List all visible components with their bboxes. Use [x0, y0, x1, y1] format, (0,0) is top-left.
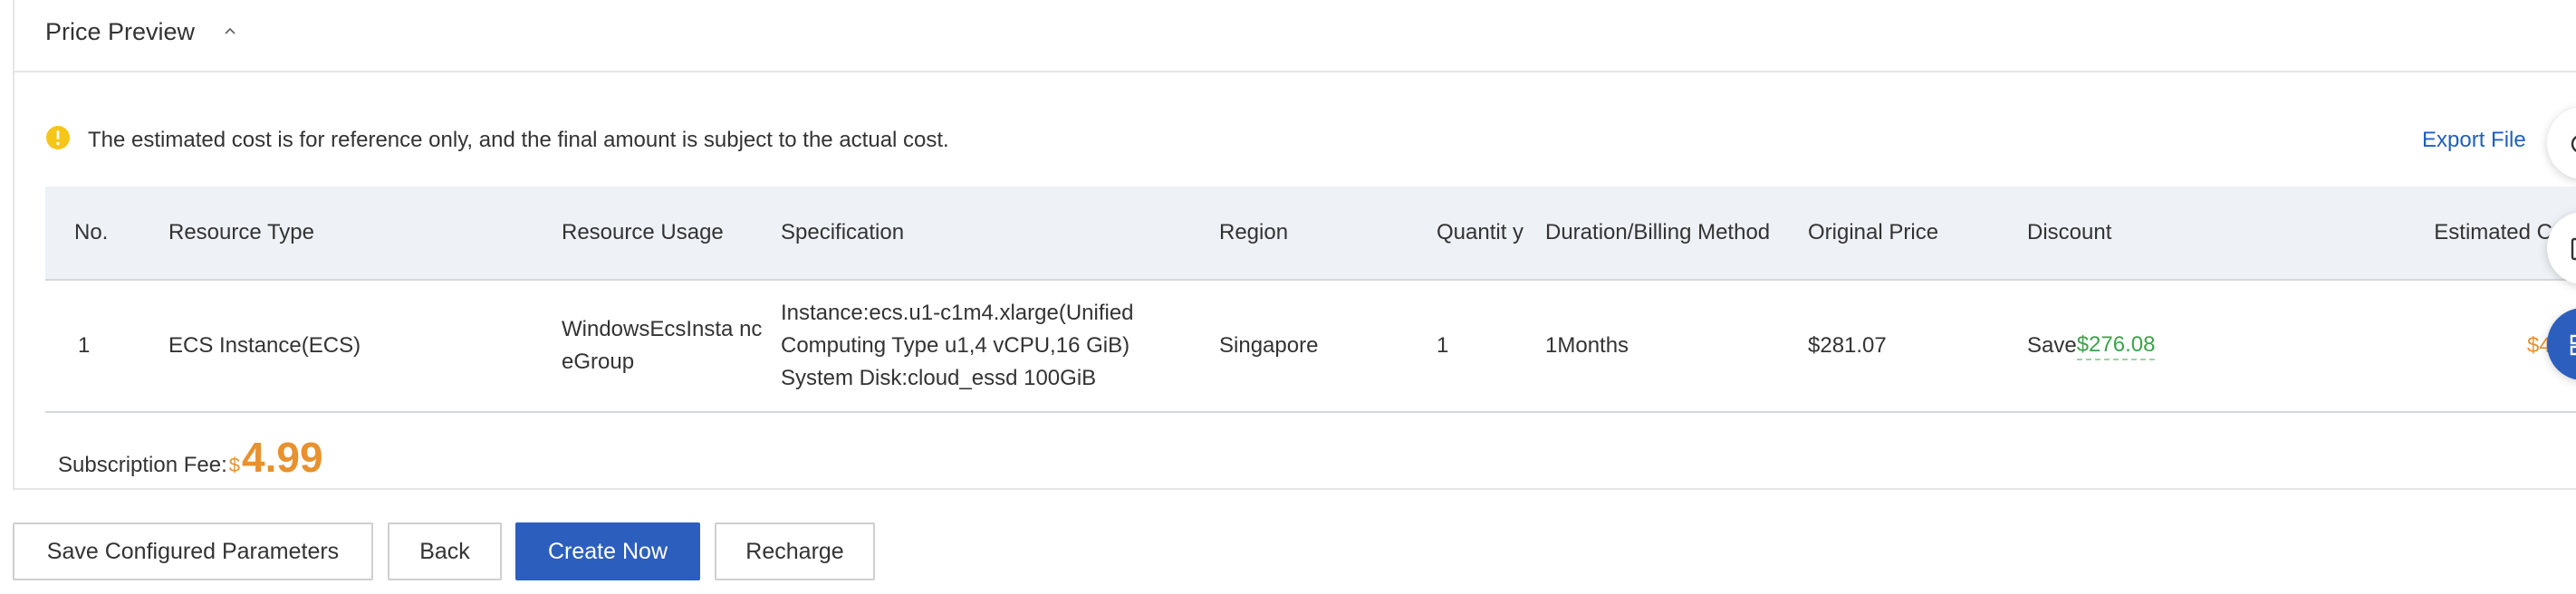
- cell-duration: 1Months: [1545, 333, 1629, 358]
- table-header: No. Resource Type Resource Usage Specifi…: [45, 187, 2576, 281]
- cell-resource-type: ECS Instance(ECS): [168, 333, 361, 358]
- header-original-price: Original Price: [1808, 220, 1939, 244]
- spec-line-instance: Instance:ecs.u1-c1m4.xlarge(Unified: [781, 301, 1134, 325]
- cell-specification: Instance:ecs.u1-c1m4.xlarge(Unified Comp…: [781, 281, 1206, 411]
- panel-title: Price Preview: [45, 18, 196, 45]
- spec-line-compute: Computing Type u1,4 vCPU,16 GiB): [781, 333, 1130, 358]
- cell-original-price: $281.07: [1808, 333, 1887, 358]
- cell-resource-usage: WindowsEcsInsta nceGroup: [562, 317, 763, 374]
- price-table: No. Resource Type Resource Usage Specifi…: [45, 187, 2576, 413]
- cell-estimated-cost: $4.99: [2292, 281, 2576, 411]
- subscription-fee-currency: $: [228, 454, 241, 476]
- spec-line-disk: System Disk:cloud_essd 100GiB: [781, 366, 1097, 390]
- table-row: 1 ECS Instance(ECS) WindowsEcsInsta nceG…: [45, 281, 2576, 413]
- save-configured-parameters-button[interactable]: Save Configured Parameters: [13, 522, 373, 580]
- subscription-fee: Subscription Fee: $ 4.99: [58, 433, 323, 482]
- discount-amount[interactable]: $276.08: [2076, 331, 2156, 360]
- header-resource-type: Resource Type: [168, 220, 314, 244]
- header-no: No.: [74, 220, 109, 244]
- support-icon: [2571, 136, 2576, 152]
- header-estimated-cost: Estimated Cost: [2434, 220, 2576, 244]
- cell-no: 1: [78, 333, 91, 358]
- discount-prefix: Save: [2027, 333, 2077, 358]
- panel-header[interactable]: Price Preview: [14, 0, 2576, 72]
- price-preview-panel: Price Preview The estimated cost is for …: [13, 0, 2576, 490]
- grid-icon: [2570, 334, 2576, 356]
- cell-discount: Save $276.08: [2027, 281, 2299, 411]
- cell-quantity: 1: [1437, 333, 1449, 358]
- header-duration: Duration/Billing Method: [1545, 220, 1771, 244]
- subscription-fee-amount: 4.99: [242, 434, 323, 481]
- document-icon: [2571, 237, 2576, 261]
- warning-icon: [46, 126, 70, 149]
- recharge-button[interactable]: Recharge: [715, 522, 875, 580]
- back-button[interactable]: Back: [388, 522, 502, 580]
- create-now-button[interactable]: Create Now: [515, 522, 700, 580]
- chevron-up-icon[interactable]: [223, 24, 237, 38]
- subscription-fee-label: Subscription Fee:: [58, 453, 227, 477]
- header-discount: Discount: [2027, 220, 2112, 244]
- header-region: Region: [1219, 220, 1289, 244]
- cell-region: Singapore: [1219, 333, 1319, 358]
- notice-text: The estimated cost is for reference only…: [88, 128, 949, 152]
- header-specification: Specification: [781, 220, 905, 244]
- export-file-link[interactable]: Export File: [2422, 127, 2526, 154]
- header-quantity: Quantit y: [1437, 220, 1524, 244]
- header-resource-usage: Resource Usage: [562, 220, 724, 244]
